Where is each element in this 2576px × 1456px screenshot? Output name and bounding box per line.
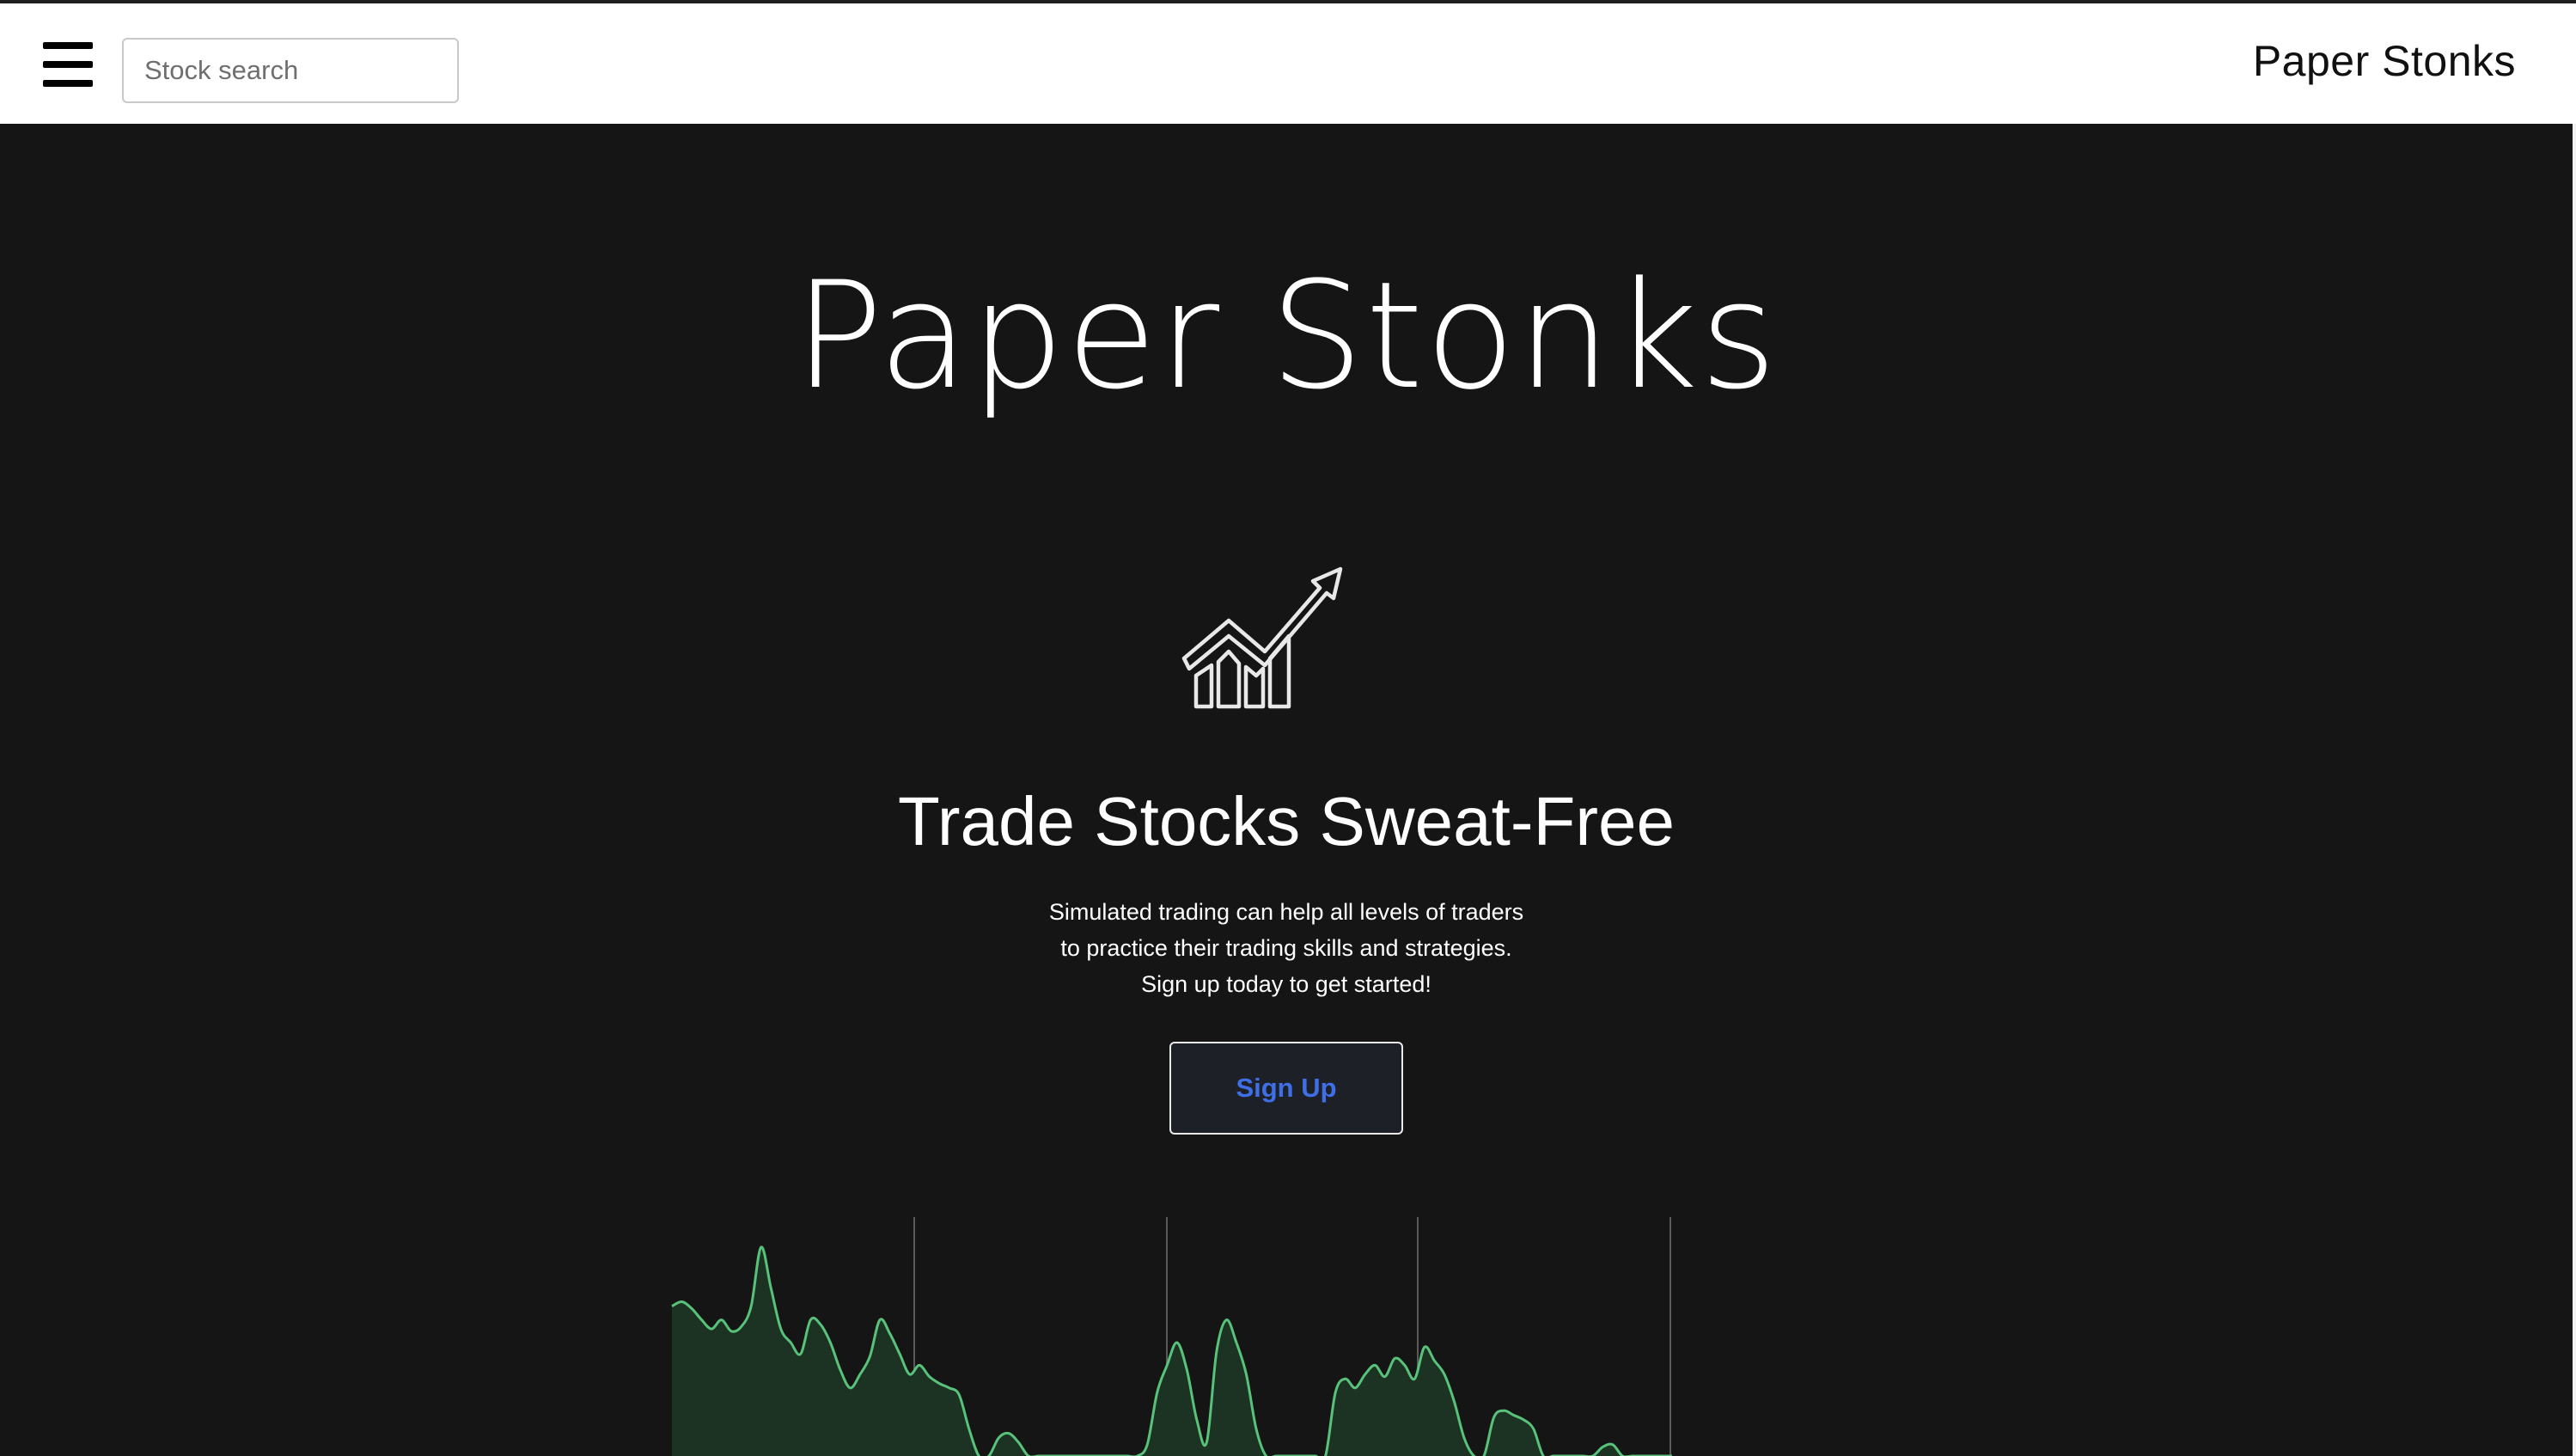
description-line: Sign up today to get started! bbox=[1141, 971, 1431, 997]
brand-link[interactable]: Paper Stonks bbox=[2253, 36, 2516, 86]
stock-search-input[interactable] bbox=[122, 38, 459, 103]
hero-subtitle: Trade Stocks Sweat-Free bbox=[897, 783, 1676, 860]
hamburger-menu-button[interactable] bbox=[43, 42, 95, 90]
hero-title: Paper Stonks bbox=[794, 249, 1779, 422]
hamburger-menu-icon bbox=[43, 42, 93, 49]
description-line: Simulated trading can help all levels of… bbox=[1048, 899, 1524, 925]
description-line: to practice their trading skills and str… bbox=[1060, 935, 1512, 961]
growth-chart-arrow-icon bbox=[1181, 566, 1343, 709]
hero-description: Simulated trading can help all levels of… bbox=[0, 894, 2573, 1002]
sign-up-button[interactable]: Sign Up bbox=[1169, 1042, 1403, 1135]
stock-area-chart bbox=[671, 1217, 1672, 1456]
top-navbar: Paper Stonks bbox=[0, 0, 2576, 124]
scrollbar-edge bbox=[2573, 124, 2576, 1456]
